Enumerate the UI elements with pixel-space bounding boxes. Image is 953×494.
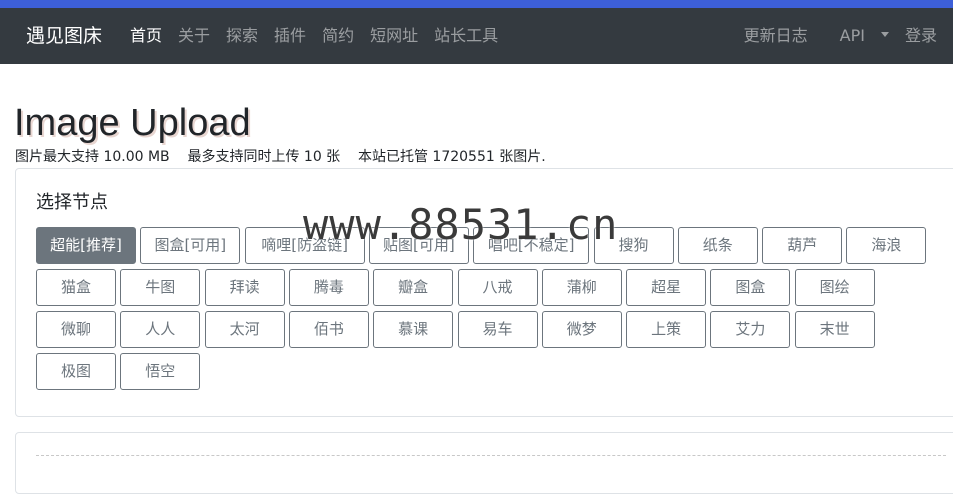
node-button[interactable]: 猫盒 (36, 269, 116, 306)
node-button[interactable]: 贴图[可用] (368, 227, 469, 264)
node-button[interactable]: 悟空 (120, 353, 201, 390)
node-button[interactable]: 上策 (626, 311, 707, 348)
node-button[interactable]: 纸条 (677, 227, 758, 264)
node-select-title: 选择节点 (36, 192, 108, 213)
node-button[interactable]: 末世 (794, 311, 875, 348)
node-button[interactable]: 唱吧[不稳定] (473, 227, 590, 264)
node-button[interactable]: 图绘 (794, 269, 875, 306)
node-button[interactable]: 八戒 (457, 269, 538, 306)
node-button[interactable]: 极图 (36, 353, 116, 390)
nav-item-login[interactable]: 登录 (905, 25, 937, 47)
navbar: 遇见图床 首页 关于 探索 插件 简约 短网址 站长工具 更新日志 API 登录 (0, 8, 953, 64)
node-button[interactable]: 拜读 (204, 269, 285, 306)
node-button[interactable]: 易车 (457, 311, 538, 348)
api-label: API (839, 26, 865, 45)
node-button[interactable]: 图盒 (710, 269, 791, 306)
node-button[interactable]: 蒲柳 (541, 269, 622, 306)
node-button[interactable]: 微梦 (541, 311, 622, 348)
caret-down-icon (880, 32, 889, 37)
nav-item-plugins[interactable]: 插件 (274, 25, 306, 47)
top-accent-bar (0, 0, 953, 8)
upload-dropzone[interactable] (36, 455, 946, 456)
upload-stats: 图片最大支持 10.00 MB 最多支持同时上传 10 张 本站已托管 1720… (15, 149, 546, 165)
node-button[interactable]: 葫芦 (762, 227, 843, 264)
node-select-card: 选择节点 超能[推荐] 图盒[可用] 嘀哩[防盗链] 贴图[可用] 唱吧[不稳定] 搜狗纸… (15, 168, 953, 417)
node-button[interactable]: 慕课 (373, 311, 454, 348)
node-button[interactable]: 微聊 (36, 311, 116, 348)
nav-item-simple[interactable]: 简约 (322, 25, 354, 47)
nav-item-home[interactable]: 首页 (130, 25, 162, 47)
nav-item-api-dropdown[interactable]: API (824, 25, 889, 47)
upload-card (15, 432, 953, 494)
node-button[interactable]: 搜狗 (593, 227, 674, 264)
node-button[interactable]: 瓣盒 (373, 269, 454, 306)
node-button[interactable]: 艾力 (710, 311, 791, 348)
node-button[interactable]: 超星 (626, 269, 707, 306)
nav-left: 首页 关于 探索 插件 简约 短网址 站长工具 (130, 25, 514, 47)
nav-item-explore[interactable]: 探索 (226, 25, 258, 47)
nav-item-short-url[interactable]: 短网址 (370, 25, 418, 47)
node-button[interactable]: 腾毒 (288, 269, 369, 306)
node-button[interactable]: 佰书 (288, 311, 369, 348)
brand-logo[interactable]: 遇见图床 (26, 23, 102, 49)
node-button[interactable]: 超能[推荐] (36, 227, 136, 264)
node-button[interactable]: 海浪 (846, 227, 927, 264)
nav-right: 更新日志 API 登录 (728, 25, 937, 47)
node-button[interactable]: 太河 (204, 311, 285, 348)
nav-item-webmaster-tools[interactable]: 站长工具 (434, 25, 498, 47)
node-button[interactable]: 人人 (120, 311, 201, 348)
nav-item-about[interactable]: 关于 (178, 25, 210, 47)
nav-item-changelog[interactable]: 更新日志 (744, 25, 808, 47)
node-button[interactable]: 牛图 (120, 269, 201, 306)
node-button[interactable]: 图盒[可用] (140, 227, 241, 264)
page-title: Image Upload (14, 102, 251, 144)
node-button[interactable]: 嘀哩[防盗链] (244, 227, 365, 264)
